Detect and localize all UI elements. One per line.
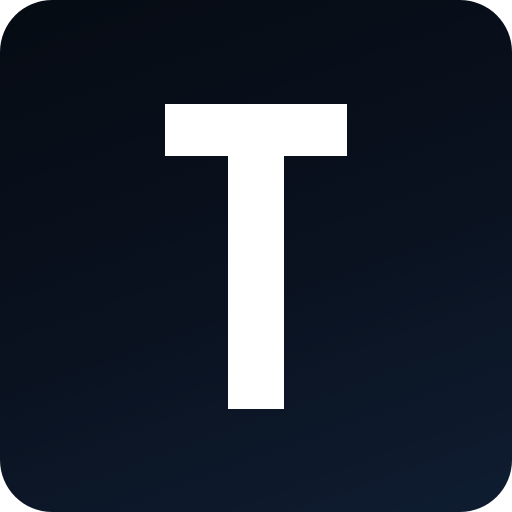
- letter-t-shape: [165, 104, 347, 409]
- app-icon[interactable]: [0, 0, 512, 512]
- letter-t-stem: [228, 104, 284, 409]
- letter-t-glyph: [165, 104, 347, 409]
